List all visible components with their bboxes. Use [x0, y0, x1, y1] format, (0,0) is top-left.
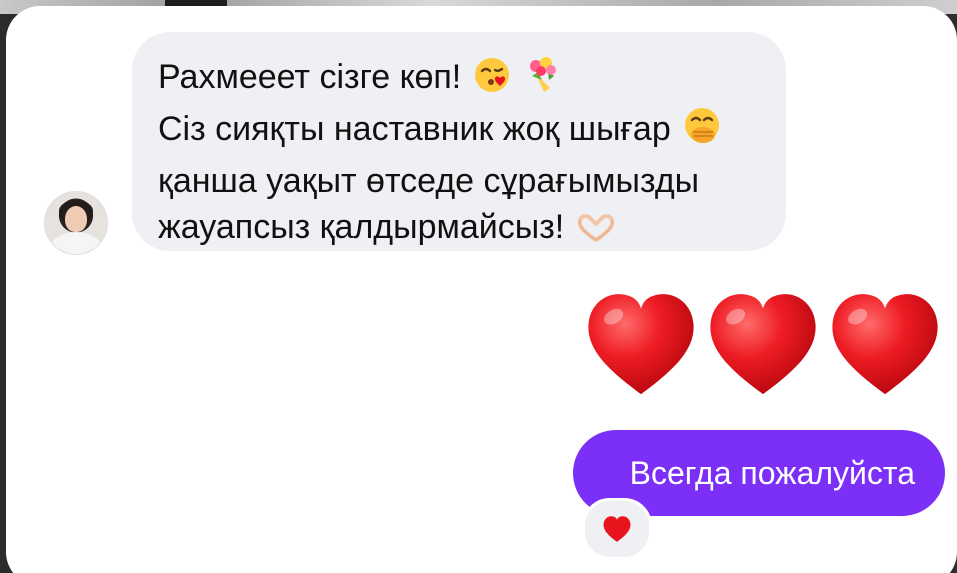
red-heart-icon	[603, 516, 631, 542]
screenshot-stage: Рахмееет сізге көп! Сіз сияқты наставник…	[0, 0, 957, 573]
message-line-1: Рахмееет сізге көп!	[158, 54, 760, 106]
bouquet-icon	[522, 54, 562, 106]
red-heart-icon	[832, 294, 938, 395]
message-line-3-text: қанша уақыт өтседе сұрағымызды	[158, 162, 700, 200]
message-line-3: қанша уақыт өтседе сұрағымызды	[158, 158, 760, 204]
message-line-4-text: жауапсыз қалдырмайсыз!	[158, 208, 565, 246]
kissing-face-icon	[473, 56, 511, 106]
incoming-message-bubble[interactable]: Рахмееет сізге көп! Сіз сияқты наставник…	[132, 32, 786, 251]
chat-panel: Рахмееет сізге көп! Сіз сияқты наставник…	[6, 6, 957, 573]
message-reaction[interactable]	[582, 498, 652, 560]
outgoing-message-text: Всегда пожалуйста	[629, 454, 915, 491]
face-with-hand-over-mouth-icon	[682, 106, 722, 158]
red-heart-icon	[588, 294, 694, 395]
message-line-2-text: Сіз сияқты наставник жоқ шығар	[158, 110, 671, 148]
message-line-4: жауапсыз қалдырмайсыз!	[158, 204, 760, 256]
heart-hands-icon	[576, 210, 616, 256]
avatar[interactable]	[44, 191, 108, 255]
message-line-1-text: Рахмееет сізге көп!	[158, 58, 462, 96]
red-heart-icon	[710, 294, 816, 395]
message-line-2: Сіз сияқты наставник жоқ шығар	[158, 106, 760, 158]
heart-emoji-message[interactable]	[584, 288, 944, 406]
